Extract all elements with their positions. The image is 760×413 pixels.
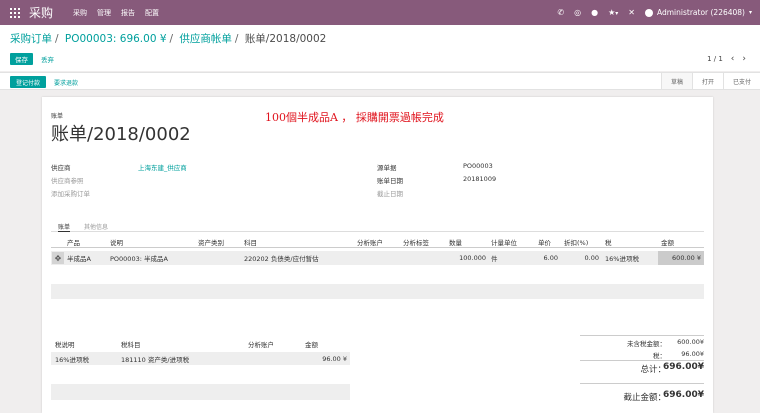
col-product[interactable]: 产品 bbox=[67, 236, 80, 247]
tab-bill[interactable]: 账单 bbox=[58, 221, 71, 232]
untaxed-amount-value: 600.00¥ bbox=[677, 338, 704, 346]
document-type-label: 账单 bbox=[51, 113, 64, 120]
phone-icon[interactable]: ✆ bbox=[557, 8, 564, 17]
line-description[interactable]: PO00003: 半成品A bbox=[110, 251, 168, 265]
tab-other-info[interactable]: 其他信息 bbox=[84, 221, 108, 232]
apps-grid-icon[interactable] bbox=[10, 7, 20, 18]
breadcrumb-current: 账单/2018/0002 bbox=[244, 33, 327, 45]
menu-item-reports[interactable]: 报告 bbox=[121, 8, 135, 18]
menu-item-config[interactable]: 配置 bbox=[145, 8, 159, 18]
vendor-reference-label: 供应商参照 bbox=[51, 177, 84, 185]
pager-value[interactable]: 1 / 1 bbox=[707, 55, 723, 63]
line-uom[interactable]: 件 bbox=[491, 251, 498, 265]
discard-button[interactable]: 丢弃 bbox=[41, 53, 54, 65]
user-name: Administrator (226408) bbox=[656, 8, 745, 17]
tax-amount-value: 96.00¥ bbox=[681, 350, 704, 358]
line-discount[interactable]: 0.00 bbox=[571, 251, 599, 265]
untaxed-amount-label: 未含税金额： bbox=[627, 340, 666, 348]
status-draft: 草稿 bbox=[660, 73, 692, 89]
amount-due-label: 截止金额： bbox=[623, 393, 666, 403]
line-tax[interactable]: 16%进项税 bbox=[605, 251, 639, 265]
breadcrumb-purchase-orders[interactable]: 采购订单 bbox=[10, 33, 52, 45]
col-discount[interactable]: 折扣(%) bbox=[564, 236, 588, 247]
col-analytic-tags[interactable]: 分析标签 bbox=[403, 236, 429, 247]
due-date-label: 截止日期 bbox=[377, 190, 403, 198]
line-unit-price[interactable]: 6.00 bbox=[531, 251, 558, 265]
line-quantity[interactable]: 100.000 bbox=[449, 251, 486, 265]
user-menu[interactable]: Administrator (226408) ▾ bbox=[644, 8, 752, 17]
chevron-left-icon[interactable]: ‹ bbox=[731, 54, 735, 64]
col-tax[interactable]: 税 bbox=[605, 236, 612, 247]
tax-line-description: 16%进项税 bbox=[55, 355, 89, 364]
invoice-lines-header: 产品 说明 资产类别 科目 分析账户 分析标签 数量 计量单位 单价 折扣(%)… bbox=[51, 236, 704, 248]
breadcrumb-po[interactable]: PO00003: 696.00 ¥ bbox=[65, 33, 167, 45]
line-product[interactable]: 半成品A bbox=[67, 251, 91, 265]
col-amount[interactable]: 金额 bbox=[661, 236, 674, 247]
line-account[interactable]: 220202 负债类/应付暂估 bbox=[244, 251, 319, 265]
save-button[interactable]: 保存 bbox=[10, 53, 33, 65]
status-bar: 登记付款 要求退款 草稿 打开 已支付 bbox=[0, 72, 760, 90]
activity-icon[interactable]: ★▾ bbox=[608, 8, 618, 17]
ask-refund-button[interactable]: 要求退款 bbox=[54, 76, 78, 88]
vendor-field[interactable]: 上海东建_供应商 bbox=[138, 162, 187, 172]
col-asset-category[interactable]: 资产类别 bbox=[198, 236, 224, 247]
red-annotation: 100個半成品A ， 採購開票過帳完成 bbox=[265, 111, 444, 124]
table-row[interactable]: ✥ 半成品A PO00003: 半成品A 220202 负债类/应付暂估 100… bbox=[51, 251, 704, 265]
top-navbar: 采购 采购 管理 报告 配置 ✆ ◎ ● ★▾ ✕ Administrator … bbox=[0, 0, 760, 25]
col-unit-price[interactable]: 单价 bbox=[538, 236, 551, 247]
total-value: 696.00¥ bbox=[663, 362, 704, 372]
add-line-row[interactable] bbox=[51, 284, 704, 299]
breadcrumb: 采购订单 / PO00003: 696.00 ¥ / 供应商帐单 / 账单/2018/… bbox=[10, 33, 327, 45]
tax-col-description: 税说明 bbox=[55, 341, 75, 349]
col-uom[interactable]: 计量单位 bbox=[491, 236, 517, 247]
page-title: 账单/2018/0002 bbox=[51, 124, 191, 145]
table-row[interactable]: 16%进项税 181110 资产类/进项税 96.00 ¥ bbox=[51, 352, 350, 365]
tax-col-account: 税科目 bbox=[121, 341, 141, 349]
menu-item-purchase[interactable]: 采购 bbox=[73, 8, 87, 18]
tax-line-amount: 96.00 ¥ bbox=[322, 354, 347, 363]
tax-add-row[interactable] bbox=[51, 384, 350, 400]
tax-table-header: 税说明 税科目 分析账户 金额 bbox=[51, 338, 350, 350]
line-amount: 600.00 ¥ bbox=[658, 251, 704, 265]
bill-date-field[interactable]: 20181009 bbox=[463, 175, 496, 183]
tax-col-amount: 金额 bbox=[305, 341, 318, 349]
col-quantity[interactable]: 数量 bbox=[449, 236, 462, 247]
breadcrumb-vendor-bills[interactable]: 供应商帐单 bbox=[179, 33, 232, 45]
register-payment-button[interactable]: 登记付款 bbox=[10, 76, 46, 88]
bill-date-label: 账单日期 bbox=[377, 177, 403, 185]
close-icon[interactable]: ✕ bbox=[628, 8, 635, 17]
status-open: 打开 bbox=[691, 73, 723, 89]
avatar bbox=[644, 8, 653, 17]
amount-due-value: 696.00¥ bbox=[663, 390, 704, 400]
status-paid: 已支付 bbox=[722, 73, 760, 89]
notebook-tabs: 账单 其他信息 bbox=[51, 221, 704, 232]
col-account[interactable]: 科目 bbox=[244, 236, 257, 247]
tax-amount-label: 税： bbox=[653, 352, 666, 360]
menu-item-manage[interactable]: 管理 bbox=[97, 8, 111, 18]
source-document-label: 源单据 bbox=[377, 164, 397, 172]
status-steps: 草稿 打开 已支付 bbox=[660, 73, 760, 89]
pager: 1 / 1 ‹ › bbox=[707, 53, 746, 65]
chevron-down-icon: ▾ bbox=[748, 9, 752, 16]
control-panel: 采购订单 / PO00003: 696.00 ¥ / 供应商帐单 / 账单/2018/… bbox=[0, 25, 760, 71]
add-purchase-order-label: 添加采购订单 bbox=[51, 190, 90, 198]
drag-handle-icon[interactable]: ✥ bbox=[52, 252, 64, 264]
col-description[interactable]: 说明 bbox=[110, 236, 123, 247]
vendor-label: 供应商 bbox=[51, 164, 71, 172]
tax-col-analytic: 分析账户 bbox=[248, 341, 274, 349]
col-analytic-account[interactable]: 分析账户 bbox=[357, 236, 383, 247]
source-document-field[interactable]: PO00003 bbox=[463, 162, 493, 170]
chevron-right-icon[interactable]: › bbox=[742, 54, 746, 64]
form-sheet: 账单 账单/2018/0002 100個半成品A ， 採購開票過帳完成 供应商 … bbox=[42, 97, 713, 413]
globe-icon[interactable]: ◎ bbox=[574, 8, 581, 17]
chat-icon[interactable]: ● bbox=[591, 8, 598, 17]
app-title[interactable]: 采购 bbox=[29, 4, 53, 21]
tax-line-account: 181110 资产类/进项税 bbox=[121, 355, 190, 364]
